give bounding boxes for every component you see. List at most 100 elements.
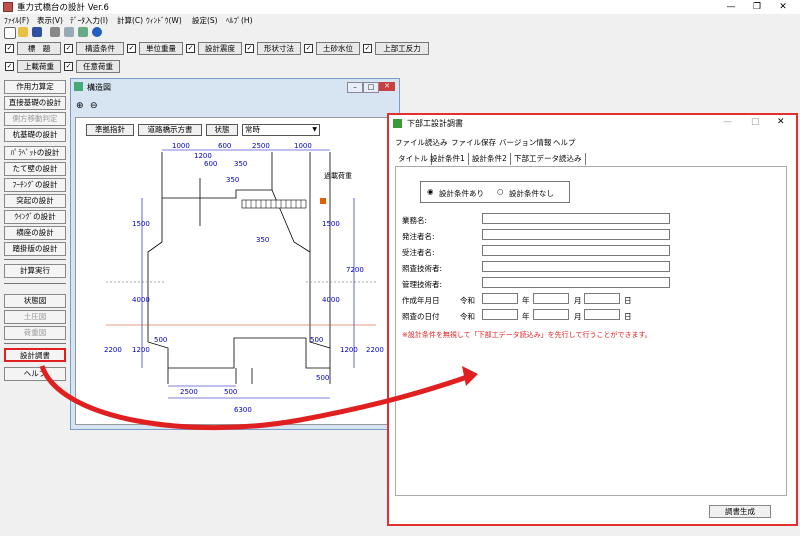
sidebar-item-protrusion[interactable]: 突起の設計 [4,194,66,208]
sidebar-item-approach-slab[interactable]: 踏掛版の設計 [4,242,66,256]
dialog-menu-help[interactable]: ヘルプ [553,137,576,148]
checkbox-custom-load[interactable]: ✓ [64,62,73,71]
menu-view[interactable]: 表示(V) [37,15,63,26]
dim-2200b: 2200 [366,346,384,354]
tab-condition-2[interactable]: 設計条件2 [469,153,511,165]
tab-panel: ◉ 設計条件あり ○ 設計条件なし 業務名: 発注者名: 受注者名: 照査技術者… [395,166,787,496]
checked-month-input[interactable] [533,309,569,320]
open-folder-icon[interactable] [18,27,28,37]
radio-condition-yes-label: 設計条件あり [439,189,484,198]
checkbox-structure[interactable]: ✓ [64,44,73,53]
toggle-shape[interactable]: 形状寸法 [257,42,301,55]
menu-calc[interactable]: 計算(C) [117,15,143,26]
checkbox-seismic[interactable]: ✓ [186,44,195,53]
client-name-input[interactable] [482,229,670,240]
dialog-menu-save[interactable]: ファイル保存 [451,137,496,148]
state-diagram-button[interactable]: 状態図 [4,294,66,308]
checkbox-reaction[interactable]: ✓ [363,44,372,53]
maximize-button[interactable]: □ [751,117,760,127]
checkbox-surcharge[interactable]: ✓ [5,62,14,71]
checker-label: 照査技術者: [402,264,443,273]
printer-setup-icon[interactable] [78,27,88,37]
sidebar-item-wing[interactable]: ｳｲﾝｸﾞの設計 [4,210,66,224]
calc-run-button[interactable]: 計算実行 [4,264,66,278]
close-button[interactable]: ✕ [777,117,785,127]
spec-button[interactable]: 道路橋示方書 [138,124,202,136]
toggle-surcharge[interactable]: 上載荷重 [17,60,61,73]
sidebar-item-footing[interactable]: ﾌｰﾁﾝｸﾞの設計 [4,178,66,192]
minimize-button[interactable]: — [723,117,732,127]
manager-label: 管理技術者: [402,280,443,289]
client-name-label: 発注者名: [402,232,435,241]
warning-text: ※設計条件を無視して「下部工データ読込み」を先行して行うことができます。 [402,331,652,339]
close-button[interactable]: ✕ [770,0,796,14]
checkbox-soil-water[interactable]: ✓ [304,44,313,53]
menu-file[interactable]: ﾌｧｲﾙ(F) [4,15,29,26]
tab-condition-1[interactable]: 設計条件1 [427,153,469,165]
toggle-unit-weight[interactable]: 単位重量 [139,42,183,55]
dim-1200a: 1200 [132,346,150,354]
help-button[interactable]: ヘルプ [4,367,66,381]
checked-day-input[interactable] [584,309,620,320]
design-report-button[interactable]: 設計調書 [4,348,66,362]
toggle-seismic[interactable]: 設計震度 [198,42,242,55]
contractor-name-input[interactable] [482,245,670,256]
earth-pressure-button: 土圧図 [4,310,66,324]
checker-input[interactable] [482,261,670,272]
sidebar-item-direct-foundation[interactable]: 直接基礎の設計 [4,96,66,110]
menu-input[interactable]: ﾃﾞｰﾀ入力(I) [70,15,108,26]
sidebar-item-wall[interactable]: たて壁の設計 [4,162,66,176]
toggle-title[interactable]: 標 題 [17,42,61,55]
sidebar-item-force[interactable]: 作用力算定 [4,80,66,94]
zoom-out-icon[interactable]: ⊖ [90,101,98,111]
menu-bar: ﾌｧｲﾙ(F) 表示(V) ﾃﾞｰﾀ入力(I) 計算(C) ｳｨﾝﾄﾞｳ(W) … [0,14,800,26]
tab-substructure-load[interactable]: 下部工データ読込み [511,153,586,165]
dim-500c: 500 [224,388,237,396]
guideline-button[interactable]: 準拠指針 [86,124,134,136]
sidebar-item-pile[interactable]: 杭基礎の設計 [4,128,66,142]
state-select[interactable]: 常時 ▼ [242,124,320,136]
checkbox-title[interactable]: ✓ [5,44,14,53]
menu-settings[interactable]: 設定(S) [192,15,218,26]
toggle-reaction[interactable]: 上部工反力 [375,42,429,55]
dim-1200b: 1200 [340,346,358,354]
sidebar-item-parapet[interactable]: ﾊﾟﾗﾍﾟｯﾄの設計 [4,146,66,160]
dim-500b: 500 [310,336,323,344]
close-button[interactable]: ✕ [379,82,395,91]
dim-500d: 500 [316,374,329,382]
restore-button[interactable]: ❐ [744,0,770,14]
created-day-input[interactable] [584,293,620,304]
generate-report-button[interactable]: 調書生成 [709,505,771,518]
minimize-button[interactable]: – [347,82,363,93]
menu-help[interactable]: ﾍﾙﾌﾟ(H) [226,15,253,26]
zoom-in-icon[interactable]: ⊕ [76,101,84,111]
created-month-input[interactable] [533,293,569,304]
project-name-input[interactable] [482,213,670,224]
radio-condition-yes[interactable]: ◉ [427,187,434,196]
print-icon[interactable] [50,27,60,37]
checked-year-input[interactable] [482,309,518,320]
dim-350b: 350 [226,176,239,184]
state-select-value: 常時 [245,125,260,134]
checkbox-unit-weight[interactable]: ✓ [127,44,136,53]
dim-2200a: 2200 [104,346,122,354]
created-year-input[interactable] [482,293,518,304]
manager-input[interactable] [482,277,670,288]
toggle-structure[interactable]: 構造条件 [76,42,124,55]
print-preview-icon[interactable] [64,27,74,37]
dialog-menu-version[interactable]: バージョン情報 [499,137,551,148]
sidebar-item-seat[interactable]: 横座の設計 [4,226,66,240]
menu-window[interactable]: ｳｨﾝﾄﾞｳ(W) [146,15,182,26]
minimize-button[interactable]: — [718,0,744,14]
maximize-button[interactable]: □ [363,82,379,93]
new-file-icon[interactable] [4,27,16,39]
state-button[interactable]: 状態 [206,124,238,136]
help-icon[interactable] [92,27,102,37]
checkbox-shape[interactable]: ✓ [245,44,254,53]
toggle-soil-water[interactable]: 土砂水位 [316,42,360,55]
radio-condition-no[interactable]: ○ [497,187,504,196]
toggle-custom-load[interactable]: 任意荷重 [76,60,120,73]
checked-year-label: 年 [522,312,530,321]
save-icon[interactable] [32,27,42,37]
dialog-menu-load[interactable]: ファイル読込み [395,137,448,148]
